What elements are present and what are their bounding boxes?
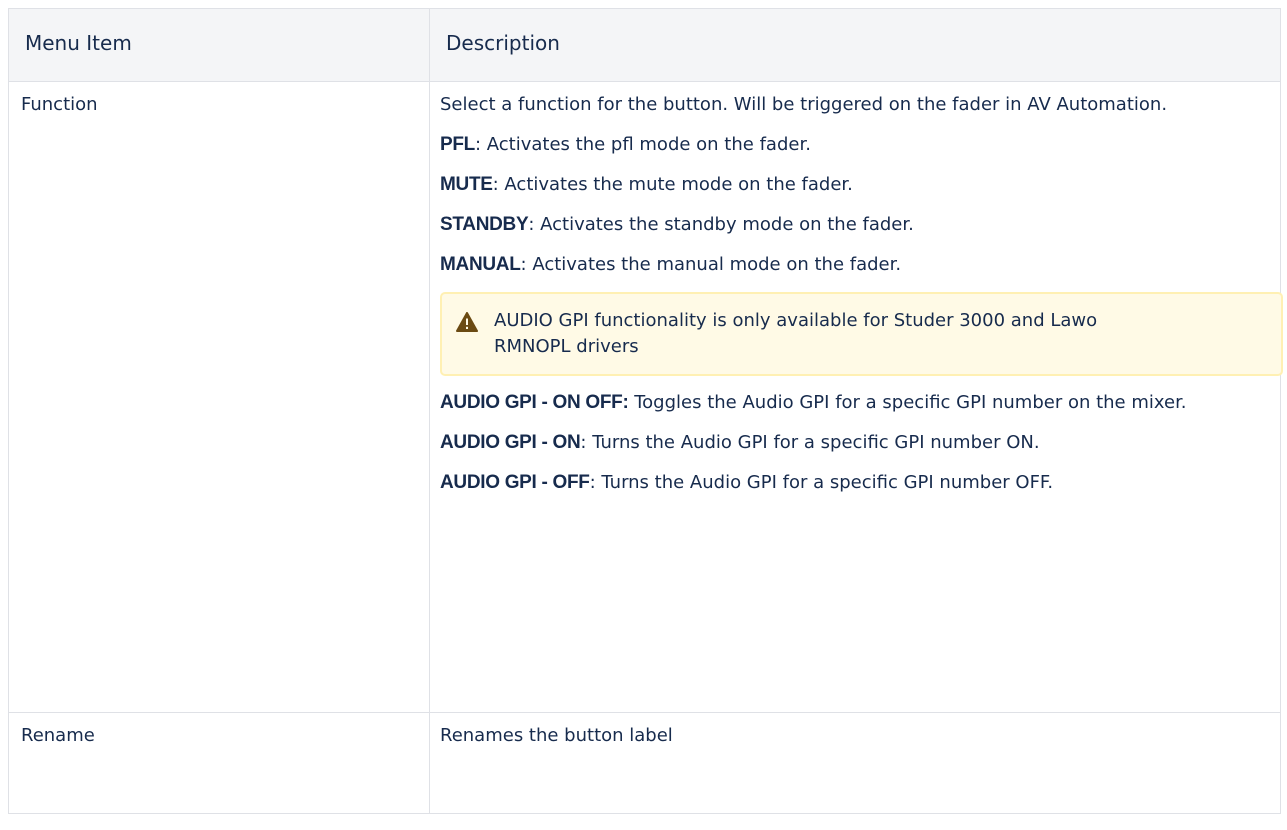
description-cell: Renames the button label xyxy=(429,712,1281,814)
option-audio-gpi-off: AUDIO GPI - OFF: Turns the Audio GPI for… xyxy=(440,470,1270,496)
header-menu-item: Menu Item xyxy=(8,8,430,82)
menu-item-cell: Function xyxy=(8,81,430,713)
table-row: Function Select a function for the butto… xyxy=(8,81,1283,713)
option-term: AUDIO GPI - ON OFF: xyxy=(440,392,629,413)
option-text: : Turns the Audio GPI for a specific GPI… xyxy=(589,472,1054,493)
option-standby: STANDBY: Activates the standby mode on t… xyxy=(440,212,1270,238)
option-text: : Activates the standby mode on the fade… xyxy=(528,214,914,235)
option-term: MANUAL xyxy=(440,254,521,275)
option-text: : Activates the pfl mode on the fader. xyxy=(475,134,811,155)
option-audio-gpi-on: AUDIO GPI - ON: Turns the Audio GPI for … xyxy=(440,430,1270,456)
option-text: Toggles the Audio GPI for a specific GPI… xyxy=(628,392,1187,413)
option-term: PFL xyxy=(440,134,475,155)
description-cell: Select a function for the button. Will b… xyxy=(429,81,1283,713)
option-term: AUDIO GPI - ON xyxy=(440,432,581,453)
warning-panel: AUDIO GPI functionality is only availabl… xyxy=(440,292,1283,376)
option-text: : Activates the manual mode on the fader… xyxy=(520,254,902,275)
option-text: : Turns the Audio GPI for a specific GPI… xyxy=(580,432,1040,453)
option-audio-gpi-on-off: AUDIO GPI - ON OFF: Toggles the Audio GP… xyxy=(440,390,1270,416)
warning-icon xyxy=(456,312,478,332)
table-header-row: Menu Item Description xyxy=(8,8,1281,82)
option-term: STANDBY xyxy=(440,214,529,235)
option-manual: MANUAL: Activates the manual mode on the… xyxy=(440,252,1270,278)
option-term: AUDIO GPI - OFF xyxy=(440,472,590,493)
header-description: Description xyxy=(429,8,1281,82)
function-intro: Select a function for the button. Will b… xyxy=(440,94,1168,115)
option-term: MUTE xyxy=(440,174,493,195)
option-mute: MUTE: Activates the mute mode on the fad… xyxy=(440,172,1270,198)
menu-item-cell: Rename xyxy=(8,712,430,814)
warning-text: AUDIO GPI functionality is only availabl… xyxy=(494,310,1098,357)
option-pfl: PFL: Activates the pfl mode on the fader… xyxy=(440,132,1270,158)
menu-description-table: Menu Item Description Function Select a … xyxy=(8,8,1283,814)
table-row: Rename Renames the button label xyxy=(8,712,1281,814)
option-text: : Activates the mute mode on the fader. xyxy=(492,174,853,195)
